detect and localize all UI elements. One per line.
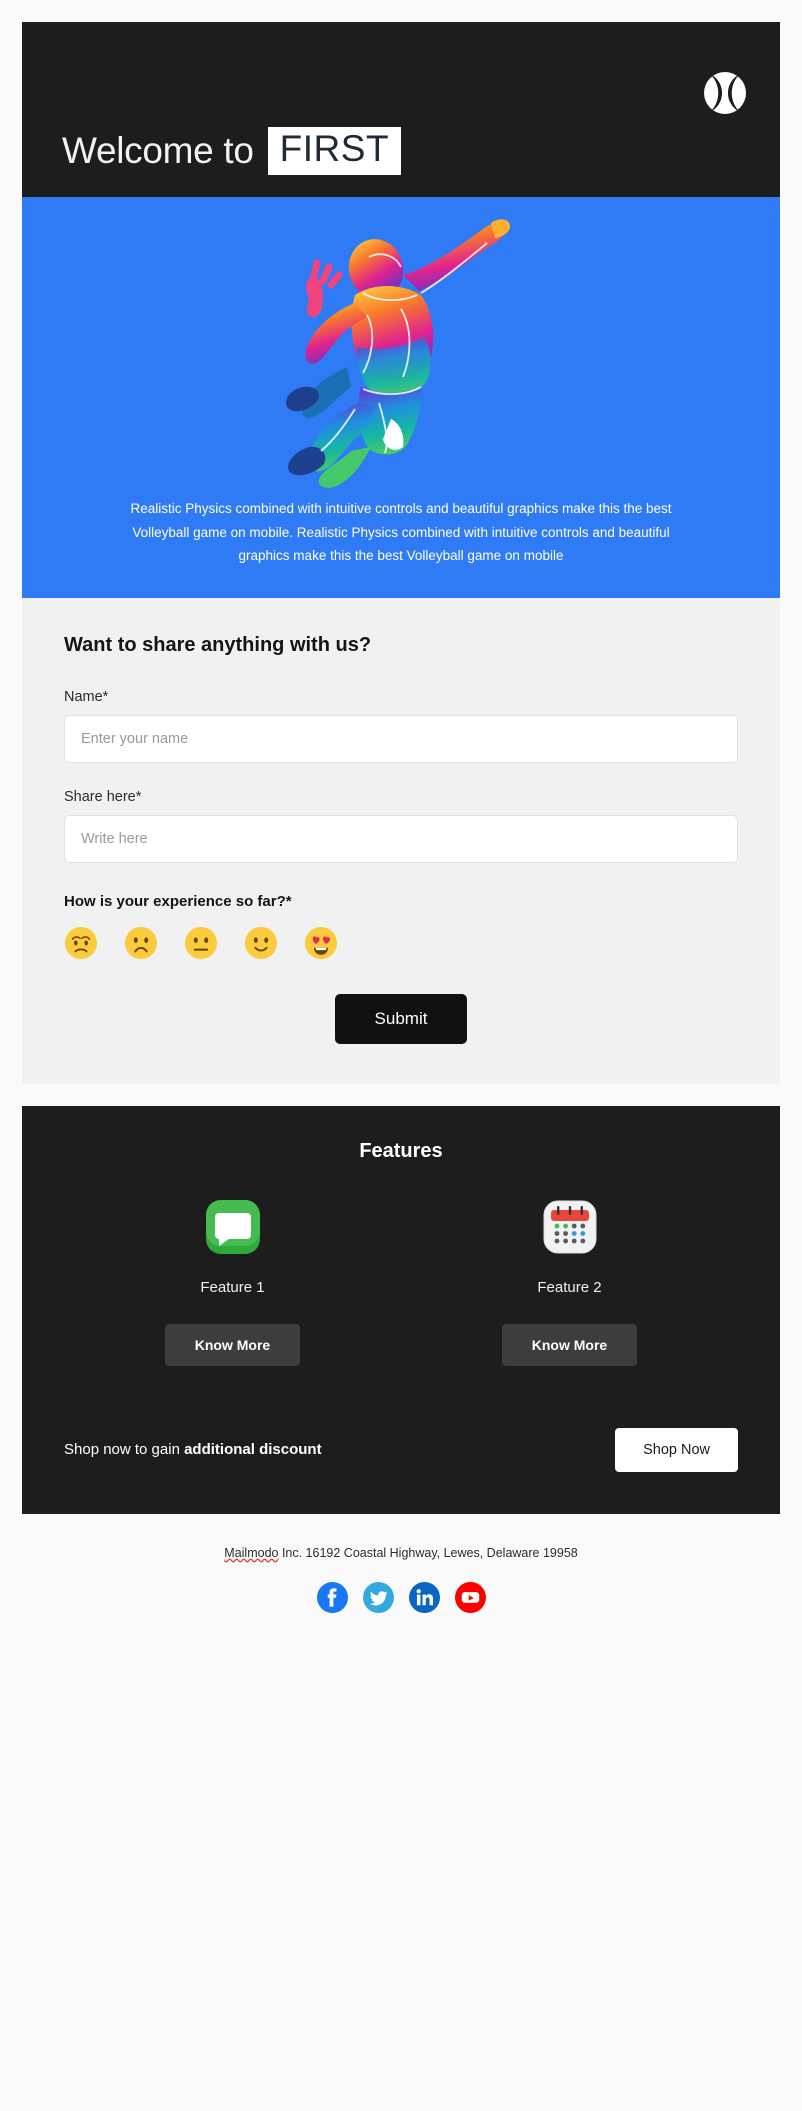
promo-text-plain: Shop now to gain (64, 1441, 185, 1459)
email-body: Welcome to FIRST Realistic Physics combi… (22, 22, 780, 1647)
youtube-icon[interactable] (454, 1581, 486, 1613)
baseball-icon (702, 70, 748, 116)
share-input[interactable] (64, 814, 738, 863)
hero-section: Realistic Physics combined with intuitiv… (22, 197, 780, 598)
share-field-label: Share here* (64, 788, 142, 805)
volleyball-player-illustration (22, 197, 780, 497)
green-message-bubble-icon (205, 1199, 261, 1255)
rating-question-label: How is your experience so far?* (64, 892, 292, 910)
welcome-text: Welcome to (62, 130, 254, 172)
hero-description: Realistic Physics combined with intuitiv… (130, 501, 672, 564)
shop-now-button[interactable]: Shop Now (615, 1427, 738, 1472)
promo-text: Shop now to gain additional discount (64, 1441, 322, 1458)
submit-row: Submit (64, 993, 738, 1044)
submit-button[interactable]: Submit (334, 993, 468, 1044)
emoji-neutral-icon[interactable] (184, 926, 218, 960)
features-title: Features (359, 1139, 443, 1162)
features-grid: Feature 1 Know More Feature 2 Know More (64, 1199, 738, 1366)
welcome-headline: Welcome to FIRST (62, 127, 402, 175)
feature-card-2: Feature 2 Know More (401, 1199, 738, 1366)
linkedin-icon[interactable] (408, 1581, 440, 1613)
emoji-slightly-smiling-icon[interactable] (244, 926, 278, 960)
feedback-form-section: Want to share anything with us? Name* Sh… (22, 597, 780, 1084)
company-name: Mailmodo (224, 1545, 279, 1560)
feature-label: Feature 2 (537, 1278, 602, 1296)
emoji-disappointed-icon[interactable] (64, 926, 98, 960)
know-more-button-2[interactable]: Know More (501, 1323, 638, 1366)
section-divider (22, 1083, 780, 1106)
feature-card-1: Feature 1 Know More (64, 1199, 401, 1366)
rating-emoji-row (64, 926, 738, 960)
features-section: Features Feature 1 Know More Feature 2 K… (22, 1105, 780, 1514)
name-field-label: Name* (64, 688, 109, 705)
feature-label: Feature 1 (200, 1278, 265, 1296)
promo-row: Shop now to gain additional discount Sho… (64, 1427, 738, 1472)
twitter-icon[interactable] (362, 1581, 394, 1613)
form-title: Want to share anything with us? (64, 633, 372, 656)
name-input[interactable] (64, 714, 738, 763)
address-text: Inc. 16192 Coastal Highway, Lewes, Delaw… (278, 1545, 578, 1560)
brand-badge: FIRST (267, 127, 402, 175)
footer: Mailmodo Inc. 16192 Coastal Highway, Lew… (22, 1513, 780, 1647)
footer-address: Mailmodo Inc. 16192 Coastal Highway, Lew… (22, 1546, 780, 1560)
know-more-button-1[interactable]: Know More (164, 1323, 301, 1366)
calendar-icon (542, 1199, 598, 1255)
emoji-frowning-icon[interactable] (124, 926, 158, 960)
social-links (22, 1581, 780, 1613)
facebook-icon[interactable] (316, 1581, 348, 1613)
promo-text-bold: additional discount (184, 1441, 322, 1459)
header-banner: Welcome to FIRST (22, 22, 780, 197)
emoji-heart-eyes-icon[interactable] (304, 926, 338, 960)
